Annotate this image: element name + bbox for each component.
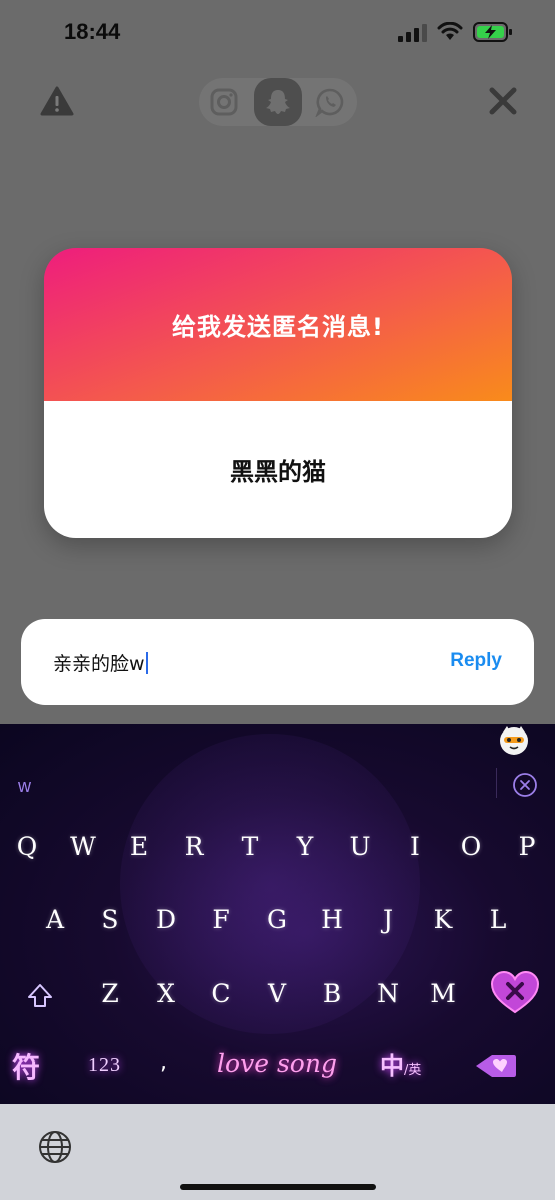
card-prompt: 给我发送匿名消息! [172,313,384,341]
snapchat-share-button[interactable] [254,78,302,126]
cellular-signal-icon [398,24,427,42]
keyboard-bottom-bar [0,1104,555,1200]
share-selector [199,78,357,126]
instagram-share-button[interactable] [207,85,241,119]
key-f[interactable]: F [199,898,243,942]
delete-heart-icon[interactable] [490,970,540,1016]
reply-input[interactable]: 亲亲的脸w [53,649,148,676]
key-k[interactable]: K [421,898,465,942]
key-v[interactable]: V [255,972,299,1016]
key-z[interactable]: Z [88,972,132,1016]
language-key[interactable]: 中/英 [380,1046,421,1081]
battery-charging-icon [473,22,512,42]
key-t[interactable]: T [228,825,272,869]
numbers-key[interactable]: 123 [88,1054,121,1077]
reply-bar: 亲亲的脸w Reply [21,619,534,705]
card-header: 给我发送匿名消息! [44,248,512,401]
candidate-divider [496,768,497,798]
message-card: 给我发送匿名消息! 黑黑的猫 [44,248,512,538]
key-o[interactable]: O [449,825,493,869]
key-u[interactable]: U [338,825,382,869]
reply-input-value: 亲亲的脸w [53,653,145,675]
language-key-sub: /英 [404,1063,422,1078]
enter-heart-icon[interactable] [474,1052,518,1080]
globe-icon[interactable] [38,1130,72,1164]
key-g[interactable]: G [255,898,299,942]
wifi-icon [437,22,463,40]
keyboard-mascot-icon[interactable] [498,724,530,756]
shift-icon[interactable] [26,982,54,1010]
key-h[interactable]: H [310,898,354,942]
card-message: 黑黑的猫 [230,458,326,486]
key-r[interactable]: R [172,825,216,869]
keyboard: w Q W E R T Y U I O P A S D F G H J K L … [0,724,555,1104]
key-n[interactable]: N [366,972,410,1016]
language-key-main: 中 [380,1052,404,1080]
symbols-key[interactable]: 符 [12,1046,40,1086]
key-x[interactable]: X [144,972,188,1016]
key-i[interactable]: I [393,825,437,869]
instagram-icon [210,88,238,116]
key-m[interactable]: M [421,972,465,1016]
text-caret [145,652,148,674]
key-d[interactable]: D [144,898,188,942]
snapchat-icon [266,90,290,114]
comma-key[interactable]: , [160,1050,167,1075]
key-p[interactable]: P [505,825,549,869]
key-l[interactable]: L [476,898,520,942]
whatsapp-icon [315,88,344,117]
candidate-close-icon[interactable] [512,772,538,798]
key-w[interactable]: W [61,825,105,869]
card-body: 黑黑的猫 [44,401,512,538]
home-indicator[interactable] [180,1184,376,1190]
key-y[interactable]: Y [283,825,327,869]
key-q[interactable]: Q [5,825,49,869]
key-c[interactable]: C [199,972,243,1016]
status-bar: 18:44 [0,0,555,66]
reply-button[interactable]: Reply [450,650,502,672]
space-key[interactable]: love song [212,1044,342,1084]
key-b[interactable]: B [310,972,354,1016]
whatsapp-share-button[interactable] [313,85,347,119]
key-j[interactable]: J [366,898,410,942]
candidate-text[interactable]: w [18,776,31,797]
key-s[interactable]: S [88,898,132,942]
close-icon[interactable] [488,86,518,116]
status-time: 18:44 [64,19,121,44]
key-a[interactable]: A [33,898,77,942]
warning-icon[interactable] [40,86,74,116]
key-e[interactable]: E [117,825,161,869]
